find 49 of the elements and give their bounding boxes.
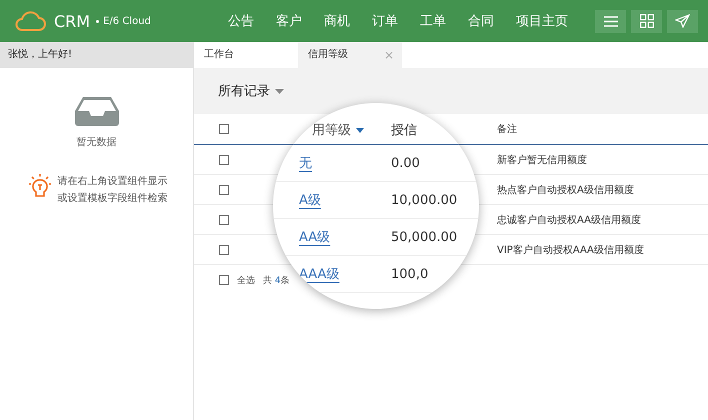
send-button[interactable] xyxy=(667,10,698,32)
table-cell-text: 新客户暂无信用额度 xyxy=(497,154,587,166)
table-cell: 50,000.00 xyxy=(391,230,458,244)
credit-level-link[interactable]: A级 xyxy=(299,191,321,209)
table-cell: 0.00 xyxy=(391,156,420,170)
select-all-label: 全选 xyxy=(237,274,255,286)
empty-tray-icon xyxy=(72,95,120,127)
product-name: E/6 Cloud xyxy=(103,16,151,26)
greeting-text: 张悦，上午好! xyxy=(0,42,194,68)
brand-name: CRM xyxy=(54,12,90,30)
checkbox[interactable] xyxy=(219,124,229,134)
tip-text: 请在右上角设置组件显示或设置模板字段组件检索 xyxy=(58,174,168,206)
checkbox[interactable] xyxy=(219,275,229,285)
table-cell: 10,000.00 xyxy=(391,192,458,208)
column-header: 授信 xyxy=(391,122,417,139)
credit-level-link[interactable]: AAA级 xyxy=(299,265,340,283)
cloud-icon xyxy=(14,10,46,32)
table-cell-text: VIP客户自动授权AAA级信用额度 xyxy=(497,244,644,256)
nav-link[interactable]: 项目主页 xyxy=(504,12,579,30)
nav-link[interactable]: 客户 xyxy=(264,12,313,30)
nav-link[interactable]: 工单 xyxy=(408,12,457,30)
nav-link[interactable]: 商机 xyxy=(312,12,361,30)
sort-icon xyxy=(356,128,364,132)
checkbox[interactable] xyxy=(219,244,229,254)
table-cell: 100,0 xyxy=(391,266,428,282)
table-cell-text: 热点客户自动授权A级信用额度 xyxy=(497,184,634,196)
paper-plane-icon xyxy=(675,14,690,28)
menu-icon xyxy=(604,16,618,26)
checkbox[interactable] xyxy=(219,154,229,164)
menu-button[interactable] xyxy=(595,10,626,32)
nav-link[interactable]: 公告 xyxy=(216,12,265,30)
credit-level-link[interactable]: AA级 xyxy=(299,228,330,246)
close-icon[interactable]: × xyxy=(384,42,394,68)
tab[interactable]: 信用等级 × xyxy=(298,42,402,68)
table-cell-text: 忠诚客户自动授权AA级信用额度 xyxy=(497,214,641,226)
checkbox[interactable] xyxy=(219,214,229,224)
caret-icon xyxy=(275,88,284,94)
record-count: 共 4条 xyxy=(263,274,290,286)
grid-button[interactable] xyxy=(631,10,662,32)
column-header: 用等级 xyxy=(273,121,391,139)
nav-link[interactable]: 合同 xyxy=(456,12,505,30)
view-dropdown[interactable]: 所有记录 xyxy=(218,82,284,100)
empty-text: 暂无数据 xyxy=(76,136,116,149)
nav-link[interactable]: 订单 xyxy=(360,12,409,30)
credit-level-link[interactable]: 无 xyxy=(299,154,312,172)
lightbulb-icon xyxy=(28,173,52,199)
grid-icon xyxy=(640,14,654,28)
checkbox[interactable] xyxy=(219,184,229,194)
column-header: 备注 xyxy=(497,122,517,136)
